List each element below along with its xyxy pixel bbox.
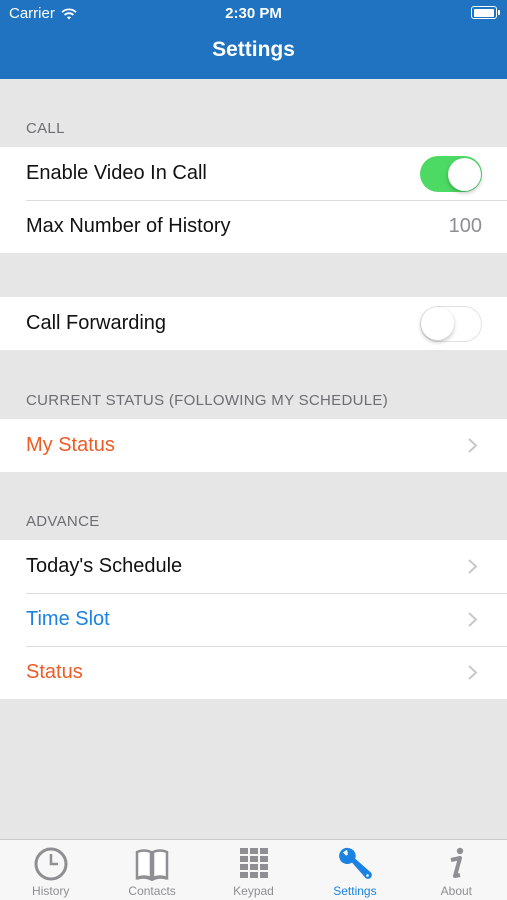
max-history-row[interactable]: Max Number of History 100	[0, 200, 507, 253]
advance-group: Today's Schedule Time Slot Status	[0, 540, 507, 699]
battery-icon	[471, 6, 500, 19]
tab-keypad[interactable]: Keypad	[203, 840, 304, 900]
navigation-bar: Carrier 2:30 PM Settings	[0, 0, 507, 79]
book-icon	[135, 849, 169, 882]
clock-icon	[34, 847, 68, 881]
call-forwarding-row: Call Forwarding	[0, 297, 507, 350]
video-call-toggle[interactable]	[420, 156, 482, 192]
toggle-knob	[447, 157, 481, 191]
page-title: Settings	[212, 38, 295, 61]
chevron-right-icon	[468, 438, 478, 453]
status-label: Status	[26, 661, 83, 683]
my-status-label: My Status	[26, 434, 115, 456]
section-header-current-status: CURRENT STATUS (FOLLOWING MY SCHEDULE)	[26, 392, 388, 409]
tab-contacts-label: Contacts	[128, 884, 176, 898]
time-slot-row[interactable]: Time Slot	[0, 593, 507, 646]
tab-history-label: History	[32, 884, 70, 898]
status-bar: Carrier 2:30 PM	[0, 0, 507, 28]
call-settings-group: Enable Video In Call Max Number of Histo…	[0, 147, 507, 253]
todays-schedule-label: Today's Schedule	[26, 555, 183, 577]
tab-settings[interactable]: Settings	[304, 840, 405, 900]
current-status-group: My Status	[0, 419, 507, 472]
section-header-call: CALL	[26, 120, 65, 137]
tab-about-label: About	[440, 884, 472, 898]
tab-bar: History Contacts Keypad Settings About	[0, 839, 507, 900]
tab-history[interactable]: History	[0, 840, 101, 900]
video-call-row: Enable Video In Call	[0, 147, 507, 200]
forwarding-group: Call Forwarding	[0, 297, 507, 350]
my-status-row[interactable]: My Status	[0, 419, 507, 472]
section-header-advance: ADVANCE	[26, 513, 100, 530]
info-icon	[450, 847, 464, 878]
chevron-right-icon	[468, 559, 478, 574]
keypad-icon	[239, 848, 268, 878]
video-call-label: Enable Video In Call	[26, 162, 207, 184]
tab-about[interactable]: About	[406, 840, 507, 900]
time-slot-label: Time Slot	[26, 608, 110, 630]
call-forwarding-toggle[interactable]	[420, 306, 482, 342]
toggle-knob	[421, 307, 454, 340]
chevron-right-icon	[468, 665, 478, 680]
status-time: 2:30 PM	[225, 5, 282, 22]
status-row[interactable]: Status	[0, 646, 507, 699]
wrench-icon	[339, 847, 372, 879]
call-forwarding-label: Call Forwarding	[26, 312, 167, 334]
tab-keypad-label: Keypad	[233, 884, 274, 898]
tab-contacts[interactable]: Contacts	[101, 840, 202, 900]
chevron-right-icon	[468, 612, 478, 627]
todays-schedule-row[interactable]: Today's Schedule	[0, 540, 507, 593]
max-history-value: 100	[448, 215, 482, 237]
max-history-label: Max Number of History	[26, 215, 231, 237]
tab-settings-label: Settings	[333, 884, 377, 898]
